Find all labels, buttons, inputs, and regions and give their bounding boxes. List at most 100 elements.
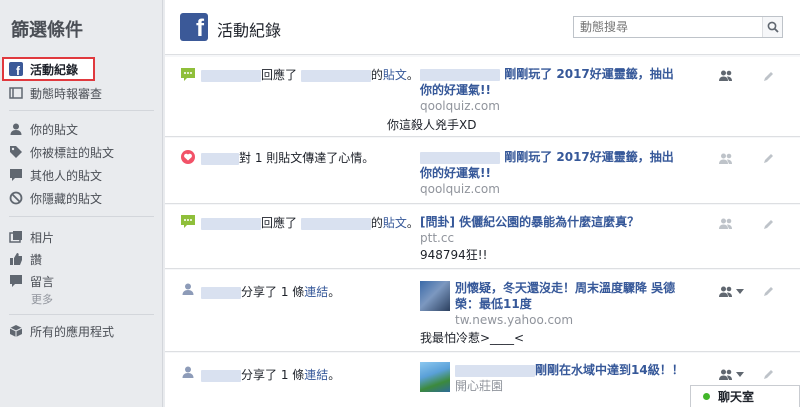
sidebar-item-likes[interactable]: 讚 [0,248,155,270]
sidebar-item-photos[interactable]: 相片 [0,226,155,248]
friends-icon [719,369,732,380]
person-icon [182,283,194,295]
activity-search [573,16,783,38]
timeline-review-icon [9,86,23,100]
activity-text: 分享了 1 條連結。 [201,366,340,383]
sidebar-item-others-posts[interactable]: 其他人的貼文 [0,164,155,186]
blurred-name [201,369,241,382]
post-link[interactable]: 貼文 [383,216,407,230]
person-icon [182,366,194,378]
audience-selector[interactable] [719,369,744,381]
audience-selector[interactable] [719,70,733,82]
sidebar-item-activity-log[interactable]: f 活動紀錄 [2,57,95,81]
edit-pencil-icon[interactable] [762,153,774,165]
chat-tab[interactable]: 聊天室 [690,385,800,407]
comment-activity-icon [181,68,195,81]
comment-text: 你這殺人兇手XD [387,118,477,132]
activity-text: 分享了 1 條連結。 [201,283,340,300]
activity-row: 對 1 則貼文傳達了心情。 剛剛玩了 2017好運靈籤，抽出 你的好運氣!! qo… [165,138,800,204]
sidebar-item-all-apps[interactable]: 所有的應用程式 [0,320,155,342]
blurred-name [455,364,535,377]
sidebar: 篩選條件 f 活動紀錄 動態時報審查 你的貼文 你被標註的貼文 其他人的貼文 你… [0,0,163,407]
sidebar-divider [9,110,154,111]
blurred-name [300,217,371,230]
activity-verb: 回應了 [261,68,298,82]
attachment: 剛剛玩了 2017好運靈籤，抽出 你的好運氣!! qoolquiz.com [420,149,700,197]
photo-icon [9,230,23,244]
attachment-domain: 開心莊園 [455,379,504,393]
attachment-title[interactable]: 剛剛玩了 2017好運靈籤，抽出 你的好運氣!! [420,66,700,98]
search-button[interactable] [762,17,782,37]
activity-connector: 的 [370,68,383,82]
activity-search-input[interactable] [574,17,762,37]
activity-text: 回應了 的貼文。 [201,214,419,231]
header: f 活動紀錄 [165,0,800,55]
comment-text: 我最怕冷惹>____< [420,331,525,345]
sidebar-divider [9,314,154,315]
activity-text: 對 1 則貼文傳達了心情。 [201,149,374,166]
activity-punctuation: 。 [328,368,341,382]
sidebar-item-label: 更多 [31,293,53,306]
activity-verb: 回應了 [261,216,298,230]
sidebar-more-link[interactable]: 更多 [0,290,155,308]
page-title: 活動紀錄 [217,21,282,40]
online-status-dot [703,393,710,400]
activity-punctuation: 。 [406,68,419,82]
sidebar-item-label: 你的貼文 [30,122,79,137]
post-link[interactable]: 貼文 [383,68,407,82]
blurred-name [201,217,261,230]
link-thumbnail[interactable] [420,281,450,311]
sidebar-item-timeline-review[interactable]: 動態時報審查 [0,82,155,104]
sidebar-item-label: 所有的應用程式 [30,324,115,339]
friends-icon[interactable] [719,153,733,165]
blurred-name [420,151,500,164]
attachment-title[interactable]: 剛剛在水域中達到14級！！ [455,362,715,378]
sidebar-item-label: 你隱藏的貼文 [30,191,103,206]
search-icon [767,21,779,33]
activity-text: 回應了 的貼文。 [201,66,419,83]
comment-icon [9,168,23,182]
sidebar-item-label: 活動紀錄 [30,62,79,77]
link-link[interactable]: 連結 [304,285,328,299]
link-link[interactable]: 連結 [304,368,328,382]
sidebar-item-hidden-posts[interactable]: 你隱藏的貼文 [0,187,155,209]
attachment-title[interactable]: 剛剛玩了 2017好運靈籤，抽出 你的好運氣!! [420,149,700,181]
attachment-title[interactable]: 別懷疑，冬天還沒走！周末溫度驟降 吳德 榮：最低11度 [455,280,715,312]
sidebar-item-label: 你被標註的貼文 [30,145,115,160]
activity-connector: 的 [370,216,383,230]
friends-icon[interactable] [719,218,733,230]
edit-pencil-icon[interactable] [762,369,774,381]
attachment-domain: qoolquiz.com [420,182,500,196]
activity-verb: 對 1 則貼文傳達了心情。 [239,151,375,165]
attachment-domain: tw.news.yahoo.com [455,313,574,327]
sidebar-item-label: 讚 [30,252,43,267]
tag-icon [9,145,23,159]
chevron-down-icon [736,289,744,294]
comment-activity-icon [181,215,195,228]
edit-pencil-icon[interactable] [762,219,774,231]
edit-pencil-icon[interactable] [762,286,774,298]
facebook-icon: f [9,62,23,76]
facebook-logo-icon: f [180,13,208,41]
activity-log-panel: f 活動紀錄 回應了 的貼文。 剛剛玩了 2017好運靈籤，抽出你的好運氣!! … [165,0,800,407]
blurred-name [300,69,371,82]
game-thumbnail[interactable] [420,362,450,392]
edit-pencil-icon[interactable] [762,71,774,83]
sidebar-item-your-posts[interactable]: 你的貼文 [0,118,155,140]
sidebar-divider [9,216,154,217]
activity-punctuation: 。 [328,285,341,299]
sidebar-item-label: 相片 [30,230,55,245]
heart-reaction-icon [181,150,195,164]
sidebar-item-comments[interactable]: 留言 [0,270,155,292]
blurred-name [201,286,241,299]
audience-selector[interactable] [719,286,744,298]
attachment: 別懷疑，冬天還沒走！周末溫度驟降 吳德 榮：最低11度 tw.news.yahoo… [455,280,715,328]
sidebar-item-tagged-posts[interactable]: 你被標註的貼文 [0,141,155,163]
attachment-title[interactable]: [問卦] 佚儷紀公園的暴能為什麼這麼真？ [420,214,700,230]
attachment-domain: qoolquiz.com [420,99,500,113]
apps-cube-icon [9,324,23,338]
activity-row: 回應了 的貼文。 剛剛玩了 2017好運靈籤，抽出 你的好運氣!! qoolqui… [165,57,800,137]
blurred-name [420,68,500,81]
chevron-down-icon [736,372,744,377]
activity-row: 分享了 1 條連結。 別懷疑，冬天還沒走！周末溫度驟降 吳德 榮：最低11度 tw… [165,270,800,352]
